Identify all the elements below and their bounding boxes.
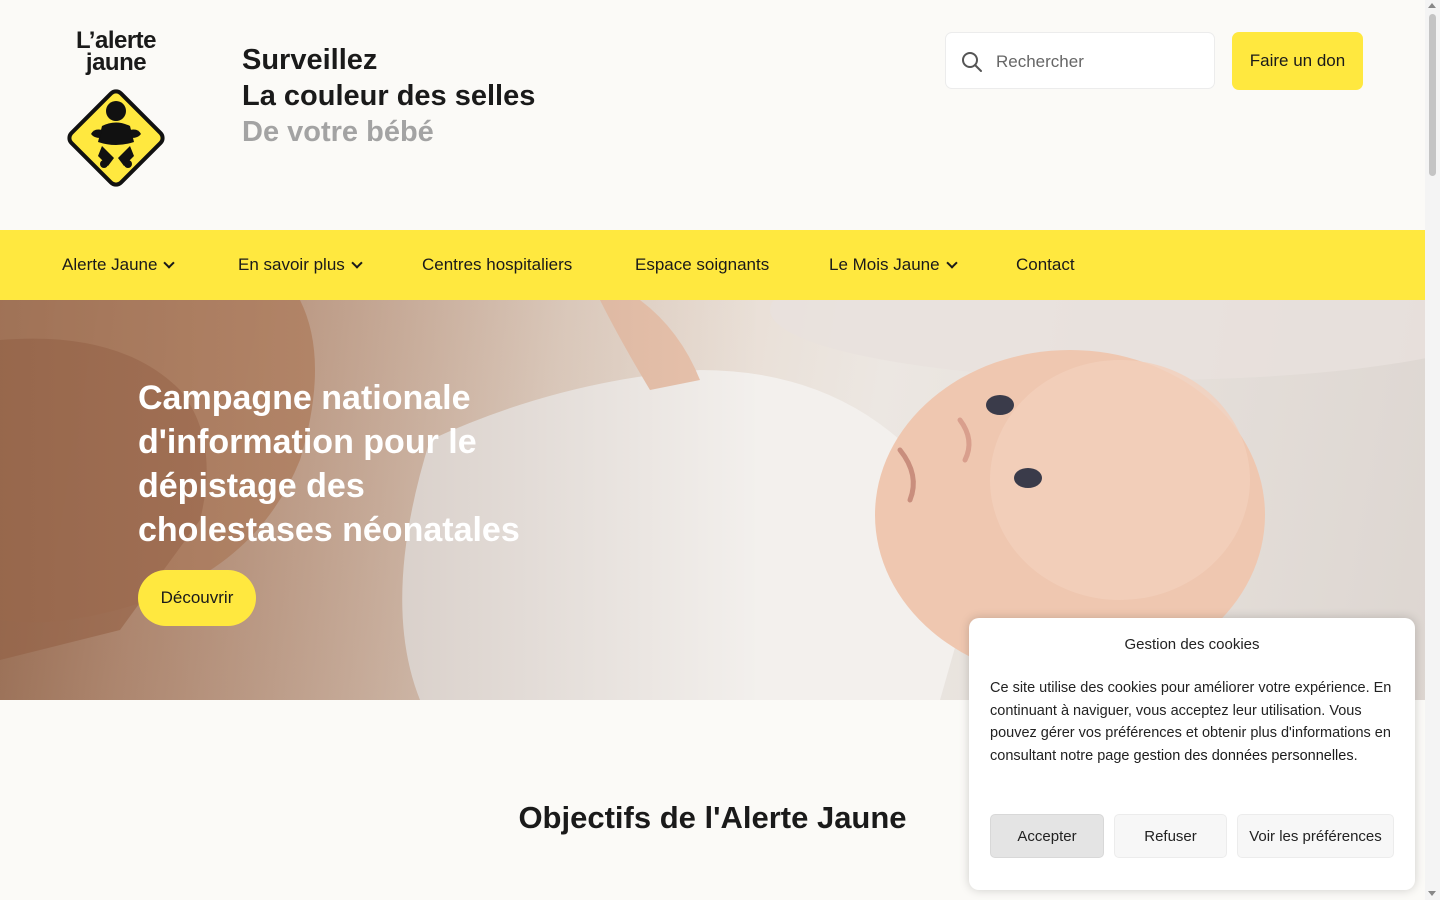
nav-item-centres-hospitaliers[interactable]: Centres hospitaliers (422, 255, 572, 275)
nav-item-label: Contact (1016, 255, 1075, 274)
chevron-down-icon (163, 257, 176, 269)
tagline-line-1: Surveillez (242, 44, 378, 76)
tagline-line-3: De votre bébé (242, 116, 434, 148)
cookie-text: Ce site utilise des cookies pour amélior… (990, 677, 1395, 767)
cookie-title: Gestion des cookies (1124, 636, 1260, 653)
privacy-link[interactable]: gestion des données personnelles (1134, 748, 1354, 764)
site-tagline: Surveillez La couleur des selles De votr… (242, 42, 535, 150)
refuse-cookies-button[interactable]: Refuser (1114, 814, 1227, 858)
chevron-down-icon (945, 257, 958, 269)
scrollbar-thumb[interactable] (1429, 14, 1436, 176)
donate-button[interactable]: Faire un don (1232, 32, 1363, 90)
chevron-down-icon (351, 257, 363, 269)
search-input[interactable]: Rechercher (945, 32, 1215, 89)
hero-title: Campagne nationale d'information pour le… (138, 379, 520, 549)
tagline-line-2: La couleur des selles (242, 80, 536, 112)
site-logo[interactable]: L’alerte jaune (62, 29, 170, 194)
nav-item-label: En savoir plus (238, 255, 345, 274)
nav-item-contact[interactable]: Contact (1016, 255, 1075, 275)
search-icon (962, 52, 982, 72)
discover-button[interactable]: Découvrir (138, 570, 256, 626)
scroll-down-icon[interactable] (1428, 891, 1436, 896)
main-nav: Alerte Jaune En savoir plus Centres hosp… (0, 230, 1425, 300)
nav-item-le-mois-jaune[interactable]: Le Mois Jaune (829, 255, 958, 275)
nav-item-label: Espace soignants (635, 255, 770, 274)
nav-item-label: Le Mois Jaune (829, 255, 940, 274)
accept-cookies-button[interactable]: Accepter (990, 814, 1104, 858)
scroll-up-icon[interactable] (1428, 3, 1436, 8)
nav-item-label: Alerte Jaune (62, 255, 158, 274)
search-placeholder: Rechercher (996, 52, 1084, 71)
cookie-preferences-button[interactable]: Voir les préférences (1237, 814, 1394, 858)
cookie-banner: Gestion des cookies Ce site utilise des … (969, 618, 1415, 890)
nav-item-alerte-jaune[interactable]: Alerte Jaune (62, 255, 176, 275)
baby-warning-sign-icon (67, 89, 165, 187)
page-scrollbar[interactable] (1425, 0, 1440, 900)
logo-line-2: jaune (85, 49, 147, 76)
nav-item-label: Centres hospitaliers (422, 255, 573, 274)
nav-item-espace-soignants[interactable]: Espace soignants (635, 255, 769, 275)
cookie-text-end: . (1353, 747, 1358, 764)
nav-item-en-savoir-plus[interactable]: En savoir plus (238, 255, 363, 275)
logo-text: L’alerte jaune (62, 29, 170, 76)
site-header: L’alerte jaune Surveillez La couleur des… (0, 0, 1425, 230)
